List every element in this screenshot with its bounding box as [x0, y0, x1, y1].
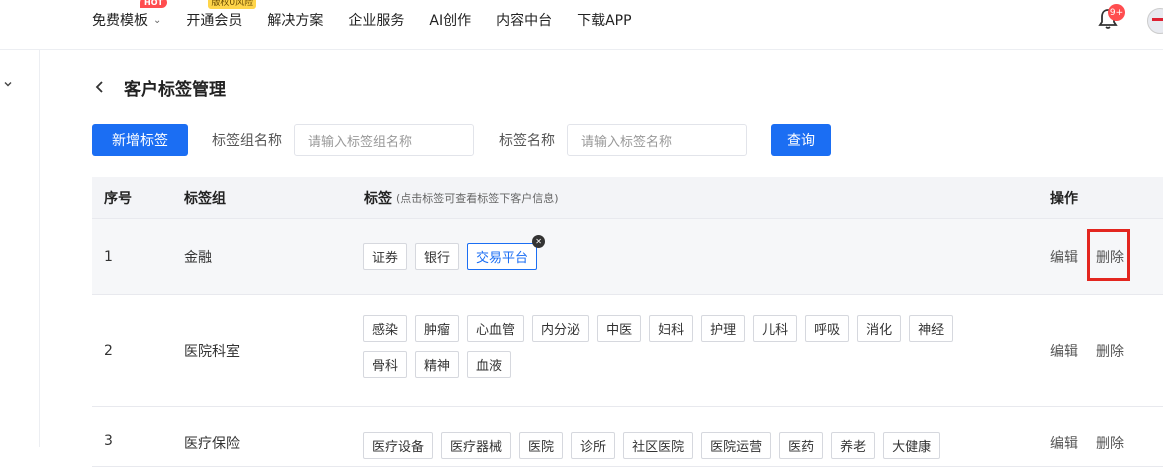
header-tags-note: (点击标签可查看标签下客户信息)	[396, 192, 559, 205]
nav-item-ai[interactable]: AI创作	[429, 10, 471, 30]
tag-chip[interactable]: 证券	[363, 243, 408, 270]
avatar[interactable]	[1147, 8, 1163, 34]
tag-list: 感染 肿瘤 心血管 内分泌 中医 妇科 护理 儿科 呼吸 消化 神经 骨科 精神…	[363, 315, 983, 387]
row-group: 医疗保险	[184, 436, 240, 452]
tag-chip[interactable]: 护理	[701, 315, 746, 342]
tag-chip[interactable]: 神经	[909, 315, 954, 342]
nav-item-label: AI创作	[429, 13, 472, 29]
header-group: 标签组	[184, 191, 226, 207]
nav-item-label: 解决方案	[267, 13, 324, 29]
tag-chip[interactable]: 血液	[467, 351, 512, 378]
chevron-down-icon[interactable]	[2, 78, 14, 90]
group-name-label: 标签组名称	[212, 133, 282, 149]
tag-chip[interactable]: 心血管	[467, 315, 525, 342]
header-index: 序号	[104, 191, 132, 207]
nav-item-label: 企业服务	[348, 13, 405, 29]
nav-item-label: 免费模板	[92, 13, 148, 29]
header-tags: 标签 (点击标签可查看标签下客户信息)	[364, 177, 559, 219]
highlight-box	[1087, 229, 1130, 281]
nav-item-membership[interactable]: 开通会员 版权0风险	[186, 0, 257, 30]
main-nav: 免费模板 ⌄ HOT 开通会员 版权0风险 解决方案 企业服务 AI创作 内容中…	[92, 0, 657, 40]
header-tags-label: 标签	[364, 191, 392, 207]
nav-item-templates[interactable]: 免费模板 ⌄ HOT	[92, 0, 167, 30]
nav-item-solutions[interactable]: 解决方案	[267, 10, 323, 30]
tag-name-input[interactable]: 请输入标签名称	[567, 124, 747, 156]
group-name-input[interactable]: 请输入标签组名称	[294, 124, 474, 156]
row-index: 2	[104, 343, 113, 359]
nav-item-label: 内容中台	[496, 13, 553, 29]
nav-item-label: 开通会员	[186, 13, 243, 29]
tag-chip[interactable]: 诊所	[571, 432, 616, 459]
tag-label: 交易平台	[476, 251, 529, 266]
tag-chip[interactable]: 儿科	[753, 315, 798, 342]
close-icon[interactable]: ✕	[532, 235, 546, 248]
nav-item-enterprise[interactable]: 企业服务	[348, 10, 404, 30]
hot-badge: HOT	[140, 0, 167, 8]
add-tag-button[interactable]: 新增标签	[92, 124, 188, 156]
tag-chip[interactable]: 肿瘤	[415, 315, 460, 342]
tag-chip[interactable]: 银行	[415, 243, 460, 270]
tag-chip-selected[interactable]: 交易平台 ✕	[467, 235, 546, 270]
edit-link[interactable]: 编辑	[1050, 247, 1078, 267]
page-title: 客户标签管理	[124, 79, 226, 100]
chevron-down-icon: ⌄	[153, 14, 162, 26]
tag-chip[interactable]: 医院运营	[701, 432, 772, 459]
filter-bar: 新增标签 标签组名称 请输入标签组名称 标签名称 请输入标签名称 查询	[92, 124, 831, 156]
row-group: 医院科室	[184, 344, 240, 360]
edit-link[interactable]: 编辑	[1050, 433, 1078, 453]
tag-chip[interactable]: 内分泌	[532, 315, 590, 342]
sidebar	[0, 50, 40, 447]
tag-list: 医疗设备 医疗器械 医院 诊所 社区医院 医院运营 医药 养老 大健康	[363, 432, 1003, 468]
nav-item-content[interactable]: 内容中台	[496, 10, 552, 30]
tag-chip[interactable]: 养老	[831, 432, 876, 459]
tag-chip[interactable]: 医疗器械	[441, 432, 512, 459]
tag-chip[interactable]: 社区医院	[623, 432, 694, 459]
query-button[interactable]: 查询	[771, 124, 831, 156]
tag-chip[interactable]: 骨科	[363, 351, 408, 378]
delete-link[interactable]: 删除	[1096, 341, 1124, 361]
table-row: 2 医院科室 感染 肿瘤 心血管 内分泌 中医 妇科 护理 儿科 呼吸 消化 神…	[92, 295, 1163, 407]
tag-chip[interactable]: 中医	[597, 315, 642, 342]
nav-item-download[interactable]: 下载APP	[577, 10, 631, 30]
tag-chip[interactable]: 医疗设备	[363, 432, 434, 459]
page-header: 客户标签管理	[92, 74, 226, 100]
nav-item-label: 下载APP	[577, 13, 632, 29]
back-arrow-icon[interactable]	[92, 79, 108, 95]
tag-chip[interactable]: 大健康	[883, 432, 941, 459]
tag-name-label: 标签名称	[499, 133, 555, 149]
row-group: 金融	[184, 250, 212, 266]
table-row: 3 医疗保险 医疗设备 医疗器械 医院 诊所 社区医院 医院运营 医药 养老 大…	[92, 407, 1163, 467]
tag-chip[interactable]: 消化	[857, 315, 902, 342]
notification-badge: 9+	[1108, 4, 1125, 21]
header-actions: 操作	[1050, 191, 1078, 207]
top-navbar: 免费模板 ⌄ HOT 开通会员 版权0风险 解决方案 企业服务 AI创作 内容中…	[0, 0, 1163, 50]
table-header: 序号 标签组 标签 (点击标签可查看标签下客户信息) 操作	[92, 177, 1163, 219]
tag-table: 序号 标签组 标签 (点击标签可查看标签下客户信息) 操作 1 金融 证券 银行…	[92, 177, 1163, 467]
row-index: 1	[104, 249, 113, 265]
tag-chip[interactable]: 感染	[363, 315, 408, 342]
delete-link[interactable]: 删除	[1096, 433, 1124, 453]
copyright-badge: 版权0风险	[208, 0, 257, 9]
tag-chip[interactable]: 医药	[779, 432, 824, 459]
tag-chip[interactable]: 呼吸	[805, 315, 850, 342]
table-row: 1 金融 证券 银行 交易平台 ✕ 编辑 删除	[92, 219, 1163, 295]
tag-chip[interactable]: 医院	[519, 432, 564, 459]
tag-list: 证券 银行 交易平台 ✕	[363, 235, 983, 279]
tag-chip[interactable]: 妇科	[649, 315, 694, 342]
edit-link[interactable]: 编辑	[1050, 341, 1078, 361]
tag-chip[interactable]: 精神	[415, 351, 460, 378]
